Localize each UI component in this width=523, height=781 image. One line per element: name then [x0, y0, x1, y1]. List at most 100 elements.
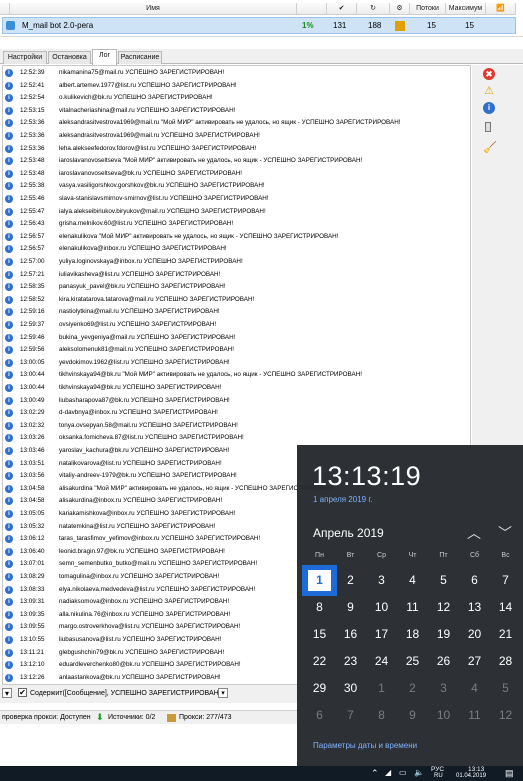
calendar-day[interactable]: 13: [459, 594, 490, 621]
log-row[interactable]: i 12:53:36 aleksandrasitvestrova1969@mail.…: [3, 117, 470, 130]
calendar-day[interactable]: 4: [459, 675, 490, 702]
layout-indicator[interactable]: RU: [434, 773, 443, 780]
chevron-up-icon[interactable]: ⌃: [371, 768, 379, 779]
log-row[interactable]: i 12:56:43 grisha.melnikov.60@list.ru УСПЕ…: [3, 218, 470, 231]
log-row[interactable]: i 12:52:39 nikamanina75@mail.ru УСПЕШНО ЗА…: [3, 67, 470, 80]
calendar-day[interactable]: 12: [490, 702, 521, 729]
col-threads-header[interactable]: Потоки: [410, 3, 446, 15]
calendar-day[interactable]: 17: [366, 621, 397, 648]
calendar-day[interactable]: 3: [428, 675, 459, 702]
log-row[interactable]: i 12:53:36 leha.alekseefedorov.fdorov@list…: [3, 143, 470, 156]
log-row[interactable]: i 12:57:21 iuliavikasheva@list.ru УСПЕШНО …: [3, 269, 470, 282]
calendar-day[interactable]: 16: [335, 621, 366, 648]
info-icon[interactable]: i: [483, 102, 495, 114]
log-row[interactable]: i 12:59:56 aleksolomenuk81@mail.ru УСПЕШНО…: [3, 344, 470, 357]
calendar-day[interactable]: 5: [428, 567, 459, 594]
language-indicator[interactable]: РУС: [431, 766, 444, 773]
calendar-day[interactable]: 18: [397, 621, 428, 648]
calendar-day[interactable]: 10: [428, 702, 459, 729]
calendar-day[interactable]: 7: [490, 567, 521, 594]
log-row[interactable]: i 12:58:35 panasyuk_pavel@bk.ru УСПЕШНО ЗА…: [3, 281, 470, 294]
col-name-header[interactable]: Имя: [10, 3, 297, 15]
taskbar-date[interactable]: 01.04.2019: [456, 773, 486, 780]
log-row[interactable]: i 12:57:00 yuliya.loginovskaya@inbox.ru УС…: [3, 256, 470, 269]
log-row[interactable]: i 12:52:54 o.kulikevich@bk.ru УСПЕШНО ЗАРЕ…: [3, 92, 470, 105]
calendar-day[interactable]: 22: [304, 648, 335, 675]
calendar-day[interactable]: 8: [366, 702, 397, 729]
calendar-day[interactable]: 9: [397, 702, 428, 729]
calendar-day[interactable]: 2: [335, 567, 366, 594]
clear-errors-icon[interactable]: ✖: [483, 68, 495, 80]
calendar-day[interactable]: 8: [304, 594, 335, 621]
col-signal-header[interactable]: 📶: [486, 3, 516, 15]
calendar-day[interactable]: 20: [459, 621, 490, 648]
calendar-day[interactable]: 23: [335, 648, 366, 675]
log-row[interactable]: i 12:55:46 slava-stanislavsmirnov-smirnov@…: [3, 193, 470, 206]
calendar-day[interactable]: 21: [490, 621, 521, 648]
log-row[interactable]: i 13:00:49 liubasharapova87@bk.ru УСПЕШНО …: [3, 395, 470, 408]
warning-icon[interactable]: ⚠: [483, 85, 495, 97]
calendar-day[interactable]: 25: [397, 648, 428, 675]
calendar-today[interactable]: 1: [302, 565, 337, 596]
calendar-day[interactable]: 3: [366, 567, 397, 594]
log-row[interactable]: i 12:56:57 elenakulikova "Мой МИР" активир…: [3, 231, 470, 244]
log-row[interactable]: i 13:00:05 yevdokimov.1962@list.ru УСПЕШНО…: [3, 357, 470, 370]
filter-dropdown-icon[interactable]: ▾: [218, 688, 228, 698]
log-row[interactable]: i 12:52:41 albert.artemev.1977@list.ru УСП…: [3, 80, 470, 93]
log-row[interactable]: i 13:02:29 d-davbnya@inbox.ru УСПЕШНО ЗАРЕ…: [3, 407, 470, 420]
calendar-day[interactable]: 7: [335, 702, 366, 729]
scroll-lock-icon[interactable]: [485, 122, 491, 132]
calendar-day[interactable]: 15: [304, 621, 335, 648]
calendar-day[interactable]: 12: [428, 594, 459, 621]
tab-schedule[interactable]: Расписание: [118, 51, 162, 64]
log-row[interactable]: i 12:56:57 elenakulikova@inbox.ru УСПЕШНО …: [3, 243, 470, 256]
col-settings-header[interactable]: ⚙: [390, 3, 410, 15]
tab-log[interactable]: Лог: [92, 49, 117, 65]
log-row[interactable]: i 12:55:38 vasya.vasiligorshkov.gorshkov@b…: [3, 180, 470, 193]
tab-stop[interactable]: Остановка: [48, 51, 91, 64]
calendar-day[interactable]: 28: [490, 648, 521, 675]
network-icon[interactable]: ▭: [399, 768, 407, 777]
broom-icon[interactable]: 🧹: [483, 142, 497, 154]
calendar-day[interactable]: 14: [490, 594, 521, 621]
col-success-header[interactable]: ✔: [327, 3, 357, 15]
calendar-day[interactable]: 11: [397, 594, 428, 621]
log-row[interactable]: i 12:53:48 iaroslavanovoseltseva@bk.ru УСП…: [3, 168, 470, 181]
calendar-day[interactable]: 29: [304, 675, 335, 702]
calendar-prev-icon[interactable]: ︿: [467, 523, 481, 543]
wifi-icon[interactable]: ◢: [385, 768, 391, 777]
filter-expression[interactable]: Содержит([Сообщение], УСПЕШНО ЗАРЕГИСТРИ…: [30, 688, 223, 699]
calendar-day[interactable]: 6: [459, 567, 490, 594]
date-time-settings-link[interactable]: Параметры даты и времени: [313, 741, 417, 750]
calendar-month[interactable]: Апрель 2019: [313, 526, 384, 540]
log-row[interactable]: i 12:58:52 kira.kiratatarova.tatarova@mail…: [3, 294, 470, 307]
calendar-day[interactable]: 19: [428, 621, 459, 648]
calendar-day[interactable]: 26: [428, 648, 459, 675]
taskbar-time[interactable]: 13:13: [468, 766, 484, 773]
col-retry-header[interactable]: ↻: [357, 3, 390, 15]
log-row[interactable]: i 12:59:46 bukina_yevgeniya@mail.ru УСПЕШН…: [3, 332, 470, 345]
log-row[interactable]: i 12:53:48 iaroslavanovoseltseva "Мой МИР"…: [3, 155, 470, 168]
calendar-day[interactable]: 10: [366, 594, 397, 621]
calendar-day[interactable]: 6: [304, 702, 335, 729]
calendar-day[interactable]: 11: [459, 702, 490, 729]
log-row[interactable]: i 12:59:37 ovsiyenko69@list.ru УСПЕШНО ЗАР…: [3, 319, 470, 332]
log-row[interactable]: i 12:55:47 ialya.alekseibiriukov.biryukov@…: [3, 206, 470, 219]
clock-date-link[interactable]: 1 апреля 2019 г.: [313, 495, 373, 504]
log-row[interactable]: i 13:02:32 tonya.ovsepyan.58@mail.ru УСПЕШ…: [3, 420, 470, 433]
log-row[interactable]: i 13:00:44 tikhvinskaya94@bk.ru УСПЕШНО ЗА…: [3, 382, 470, 395]
task-row[interactable]: M_mail bot 2.0-рега 1% 131 188 15 15: [2, 17, 516, 34]
filter-toggle-icon[interactable]: ▾: [2, 688, 12, 698]
calendar-day[interactable]: 9: [335, 594, 366, 621]
calendar-day[interactable]: 27: [459, 648, 490, 675]
col-max-header[interactable]: Максимум: [446, 3, 486, 15]
log-row[interactable]: i 12:53:36 aleksandrasitvestrova1969@mail.…: [3, 130, 470, 143]
log-row[interactable]: i 13:00:44 tikhvinskaya94@bk.ru "Мой МИР" …: [3, 369, 470, 382]
calendar-next-icon[interactable]: ﹀: [498, 523, 512, 543]
calendar-day[interactable]: 24: [366, 648, 397, 675]
log-row[interactable]: i 12:53:15 vitalnacheriashina@mail.ru УСПЕ…: [3, 105, 470, 118]
log-row[interactable]: i 13:03:26 oksanka.fomicheva.87@list.ru УС…: [3, 432, 470, 445]
tab-settings[interactable]: Настройки: [3, 51, 47, 64]
calendar-day[interactable]: 30: [335, 675, 366, 702]
col-progress-header[interactable]: [297, 3, 327, 15]
